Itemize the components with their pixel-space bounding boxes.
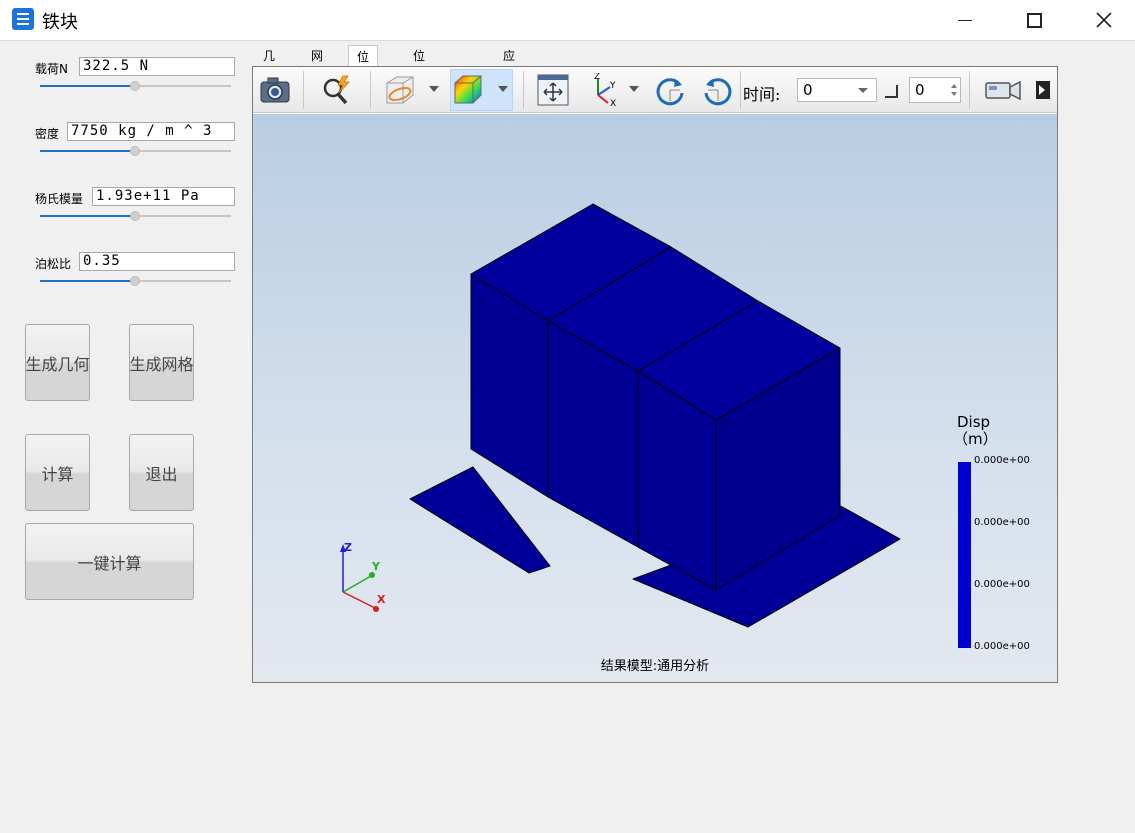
time-marker-icon[interactable]: [885, 85, 898, 98]
legend-colorbar: [958, 462, 971, 648]
minimize-icon: [958, 19, 972, 21]
svg-text:Z: Z: [594, 73, 600, 82]
title-bar: 铁块: [0, 0, 1135, 40]
youngs-modulus-label: 杨氏模量: [35, 192, 84, 206]
camera-icon[interactable]: [258, 73, 292, 107]
chevron-down-icon[interactable]: [498, 86, 508, 92]
axis-y-label: Y: [371, 560, 381, 573]
render-viewport[interactable]: Z Y X Disp （m） 0.000e+00 0.000e+00 0.000…: [253, 114, 1057, 682]
result-model-caption: 结果模型:通用分析: [600, 659, 710, 674]
tab-displacement[interactable]: 位移1: [348, 45, 379, 108]
legend-tick: 0.000e+00: [974, 517, 1030, 528]
rotate-cw-icon[interactable]: [653, 73, 687, 107]
chevron-down-icon[interactable]: [629, 86, 639, 92]
time-label: 时间:: [743, 85, 781, 104]
window-title: 铁块: [42, 12, 78, 33]
viewer-panel: ZYX 时间: 0 0 Z Y X Disp （m） 0.000e+00 0.0…: [252, 66, 1058, 683]
toolbar-separator: [303, 71, 304, 109]
poisson-ratio-label: 泊松比: [35, 257, 72, 271]
spin-up-icon[interactable]: [951, 84, 957, 88]
density-slider[interactable]: [40, 146, 231, 156]
poisson-ratio-slider[interactable]: [40, 276, 231, 286]
slider-thumb[interactable]: [130, 146, 140, 156]
svg-text:Y: Y: [609, 81, 616, 91]
density-label: 密度: [35, 127, 60, 141]
axes-orientation-icon[interactable]: ZYX: [586, 73, 620, 107]
maximize-icon: [1026, 12, 1042, 28]
time-select-value: 0: [803, 81, 813, 99]
toolbar-separator: [969, 71, 970, 109]
slider-thumb[interactable]: [130, 81, 140, 91]
svg-text:X: X: [610, 99, 616, 107]
slider-thumb[interactable]: [130, 211, 140, 221]
tab-geometry[interactable]: 几何: [255, 45, 283, 85]
axis-z-label: Z: [344, 541, 352, 554]
app-icon: [12, 8, 34, 30]
tab-stress[interactable]: 应力: [495, 45, 523, 85]
chevron-down-icon[interactable]: [429, 86, 439, 92]
legend-tick: 0.000e+00: [974, 455, 1030, 466]
legend-tick: 0.000e+00: [974, 641, 1030, 652]
tab-displacement-contour[interactable]: 位移等值线1: [405, 45, 433, 173]
close-button[interactable]: [1081, 0, 1127, 40]
toolbar-separator: [740, 71, 741, 109]
density-input[interactable]: 7750 kg / m ^ 3: [67, 122, 235, 141]
minimize-button[interactable]: [942, 0, 988, 40]
fit-view-icon[interactable]: [536, 73, 570, 107]
generate-mesh-button[interactable]: 生成网格: [129, 324, 194, 401]
legend-unit: （m）: [953, 430, 998, 448]
maximize-button[interactable]: [1011, 0, 1057, 40]
youngs-modulus-slider[interactable]: [40, 211, 231, 221]
chevron-down-icon: [858, 88, 868, 93]
display-mode-icon[interactable]: [383, 73, 417, 107]
poisson-ratio-input[interactable]: 0.35: [79, 252, 235, 271]
time-select[interactable]: 0: [797, 78, 877, 102]
spin-down-icon[interactable]: [951, 92, 957, 96]
color-contour-icon[interactable]: [451, 73, 485, 107]
toolbar-separator: [523, 71, 524, 109]
toolbar-separator: [370, 71, 371, 109]
slider-thumb[interactable]: [130, 276, 140, 286]
fea-model-view: Z Y X: [340, 203, 901, 628]
exit-button[interactable]: 退出: [129, 434, 194, 511]
step-spinbox[interactable]: 0: [909, 77, 961, 103]
video-record-icon[interactable]: [983, 73, 1023, 107]
viewer-toolbar: ZYX 时间: 0 0: [253, 67, 1057, 113]
generate-geometry-button[interactable]: 生成几何: [25, 324, 90, 401]
load-input[interactable]: 322.5 N: [79, 57, 235, 76]
rotate-ccw-icon[interactable]: [701, 73, 735, 107]
orientation-triad: Z Y X: [340, 541, 386, 612]
load-label: 载荷N: [35, 62, 68, 76]
youngs-modulus-input[interactable]: 1.93e+11 Pa: [92, 187, 235, 206]
tab-mesh[interactable]: 网格: [303, 45, 331, 85]
compute-button[interactable]: 计算: [25, 434, 90, 511]
legend-tick: 0.000e+00: [974, 579, 1030, 590]
probe-query-icon[interactable]: [319, 73, 353, 107]
one-click-compute-button[interactable]: 一键计算: [25, 523, 194, 600]
axis-x-label: X: [377, 593, 386, 606]
load-slider[interactable]: [40, 81, 231, 91]
toolbar-overflow-icon[interactable]: [1031, 73, 1055, 107]
close-icon: [1096, 12, 1112, 28]
step-spinbox-value: 0: [915, 81, 925, 99]
legend-title: Disp: [957, 413, 991, 431]
